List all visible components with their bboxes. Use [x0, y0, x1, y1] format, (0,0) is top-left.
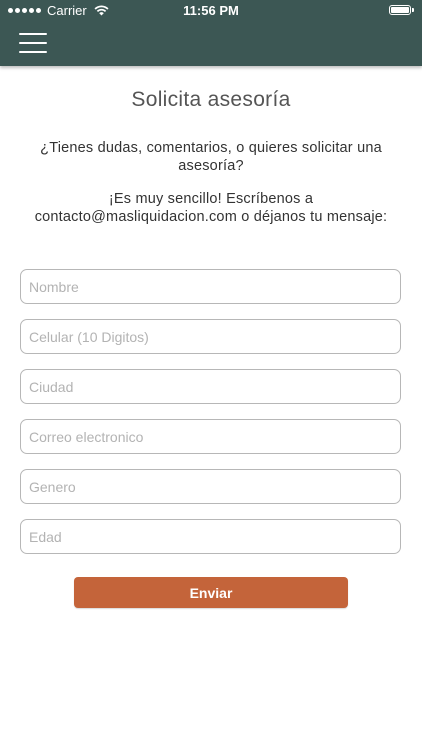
- correo-input[interactable]: [20, 419, 401, 454]
- battery-icon: [389, 5, 414, 15]
- status-bar: Carrier 11:56 PM: [0, 0, 422, 22]
- status-time: 11:56 PM: [183, 3, 239, 18]
- nombre-input[interactable]: [20, 269, 401, 304]
- celular-input[interactable]: [20, 319, 401, 354]
- enviar-button[interactable]: Enviar: [74, 577, 348, 608]
- app-screen: Carrier 11:56 PM Solicita asesoría ¿Tien…: [0, 0, 422, 750]
- page-title: Solicita asesoría: [131, 88, 291, 111]
- hamburger-menu-icon[interactable]: [19, 33, 47, 53]
- ciudad-input[interactable]: [20, 369, 401, 404]
- edad-input[interactable]: [20, 519, 401, 554]
- genero-input[interactable]: [20, 469, 401, 504]
- nav-header: Carrier 11:56 PM: [0, 0, 422, 66]
- description-contact: ¡Es muy sencillo! Escríbenos a contacto@…: [34, 191, 388, 225]
- description-question: ¿Tienes dudas, comentarios, o quieres so…: [40, 140, 382, 174]
